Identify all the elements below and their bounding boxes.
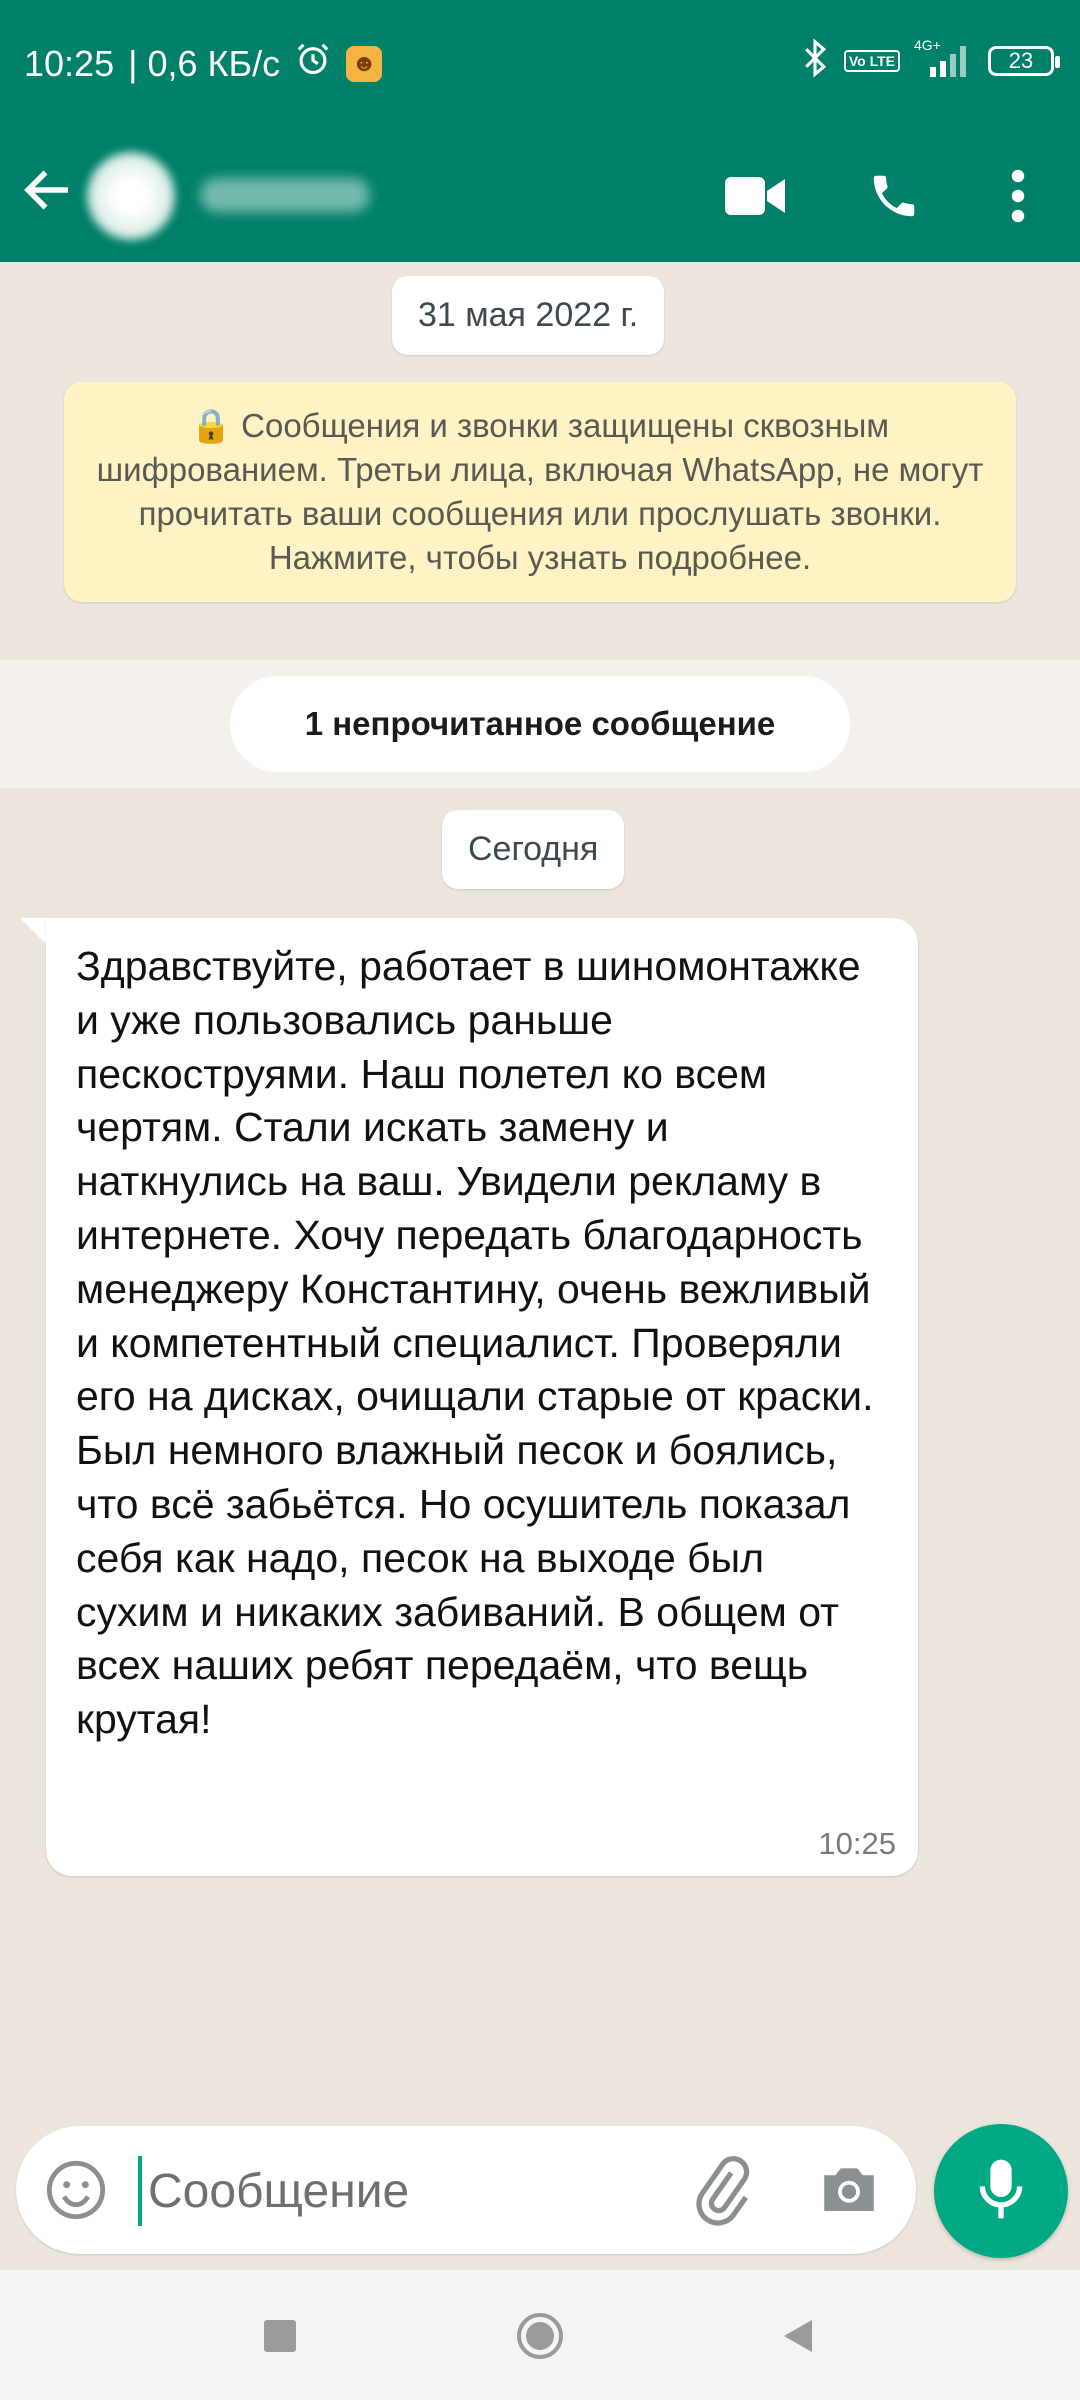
back-nav-icon[interactable] (768, 2306, 828, 2366)
emoji-icon[interactable] (44, 2158, 108, 2222)
system-nav-bar (0, 2270, 1080, 2400)
status-speed: | 0,6 КБ/с (128, 42, 281, 84)
more-vert-icon[interactable] (986, 164, 1050, 228)
message-text: Здравствуйте, работает в шиномонтажке и … (76, 943, 874, 1743)
message-input[interactable] (146, 2150, 670, 2232)
attach-icon[interactable] (686, 2156, 756, 2226)
recent-apps-icon[interactable] (250, 2306, 310, 2366)
mic-button[interactable] (934, 2124, 1068, 2258)
unread-label: 1 непрочитанное сообщение (230, 676, 850, 772)
alarm-icon (294, 40, 332, 87)
back-arrow-icon[interactable] (18, 160, 78, 220)
message-time: 10:25 (818, 1826, 896, 1861)
bluetooth-icon (800, 38, 830, 83)
bubble-tail (20, 918, 48, 946)
camera-icon[interactable] (816, 2156, 886, 2226)
phone-call-icon[interactable] (862, 164, 926, 228)
encryption-notice[interactable]: 🔒 Сообщения и звонки защищены сквозным ш… (64, 382, 1016, 602)
status-left: 10:25 | 0,6 КБ/с ☻ (24, 40, 383, 87)
volte-icon: Vo LTE (843, 49, 900, 72)
message-composer (16, 2126, 916, 2254)
status-time: 10:25 (24, 42, 115, 84)
chat-header (0, 130, 1080, 262)
mic-icon (974, 2157, 1028, 2226)
avatar[interactable] (85, 150, 177, 242)
battery-icon: 23 (988, 45, 1060, 76)
today-chip: Сегодня (442, 810, 625, 889)
contact-name-blurred[interactable] (200, 178, 370, 212)
video-call-icon[interactable] (724, 164, 788, 228)
date-chip: 31 мая 2022 г. (392, 276, 665, 355)
status-right: Vo LTE 4G+ 23 (800, 37, 1060, 83)
chat-area[interactable]: 31 мая 2022 г. 🔒 Сообщения и звонки защи… (0, 262, 1080, 2120)
home-icon[interactable] (510, 2306, 570, 2366)
text-caret (138, 2156, 142, 2226)
status-bar: 10:25 | 0,6 КБ/с ☻ Vo LTE 4G+ 23 (0, 0, 1080, 130)
battery-level: 23 (1008, 47, 1034, 73)
incoming-message[interactable]: Здравствуйте, работает в шиномонтажке и … (46, 918, 918, 1876)
signal-icon: 4G+ (914, 37, 974, 81)
app-notification-icon: ☻ (346, 45, 383, 82)
